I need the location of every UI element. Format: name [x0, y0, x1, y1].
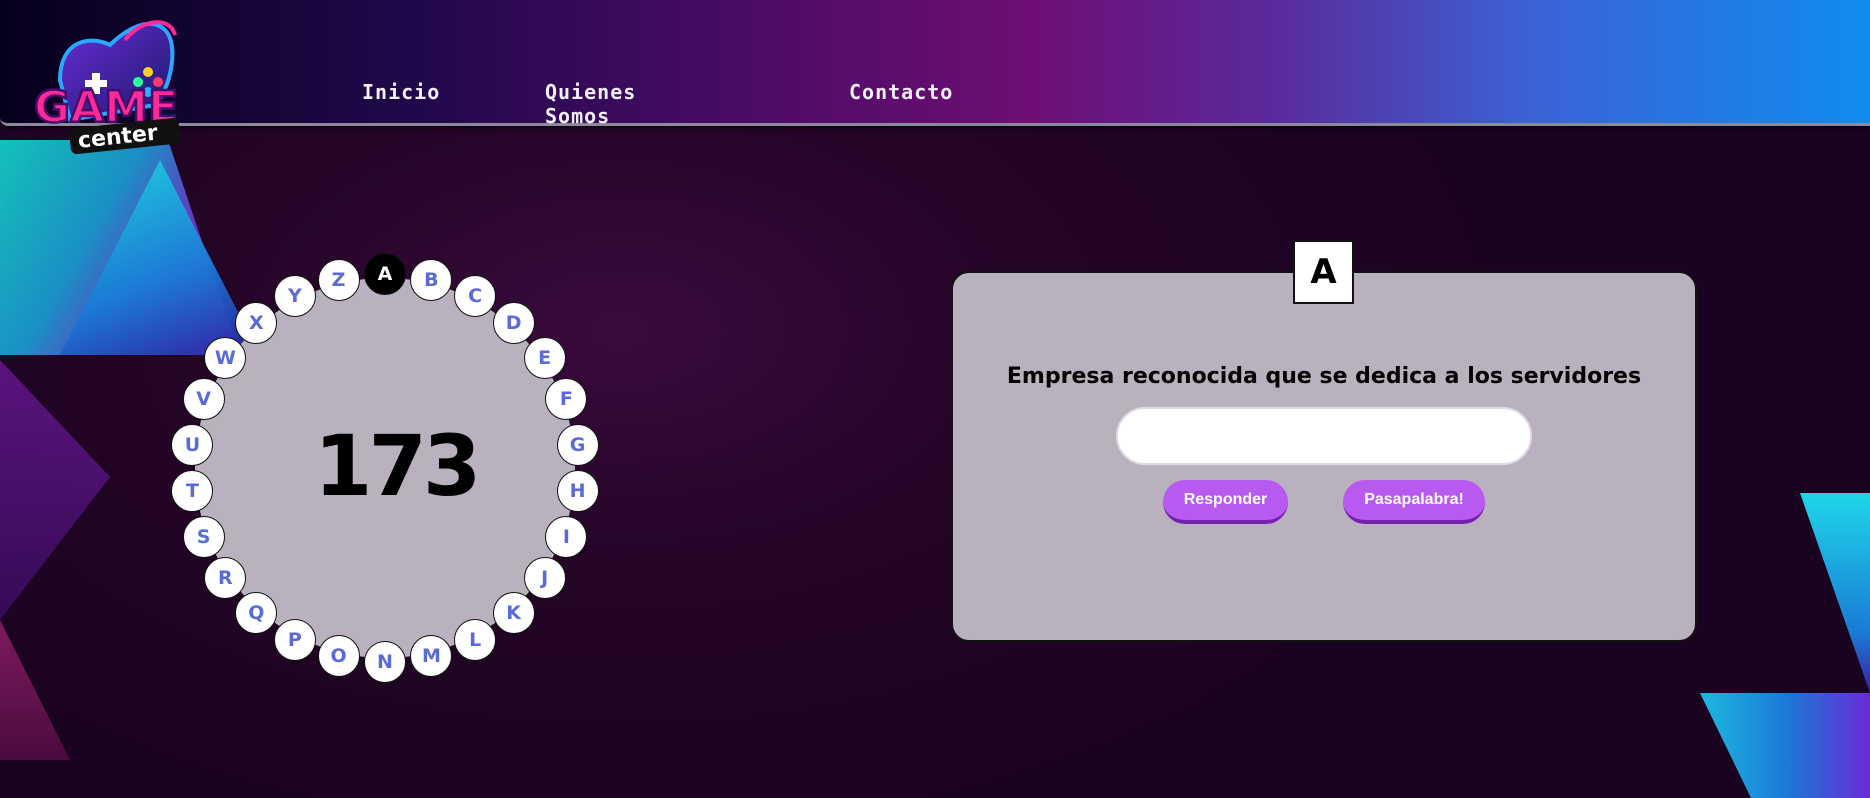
rosco-letter-y: Y — [273, 275, 316, 318]
score-counter: 173 — [314, 417, 481, 515]
current-letter-badge: A — [1293, 240, 1354, 304]
rosco-letter-u: U — [171, 423, 214, 466]
rosco-letter-k: K — [492, 592, 535, 635]
decor-triangle-right-cyan — [1800, 493, 1870, 693]
rosco-letter-s: S — [182, 515, 225, 558]
gamepad-logo-icon: GAME center — [33, 20, 181, 155]
nav-link-quienes-somos[interactable]: Quienes Somos — [545, 80, 636, 128]
rosco-letter-d: D — [492, 301, 535, 344]
answer-input[interactable] — [1116, 407, 1532, 465]
rosco-letter-a: A — [364, 253, 406, 295]
rosco-letter-m: M — [410, 635, 453, 678]
rosco-letter-j: J — [523, 557, 566, 600]
rosco-letter-r: R — [204, 557, 247, 600]
rosco-letter-f: F — [545, 378, 588, 421]
decor-triangle-purple — [0, 360, 110, 620]
decor-triangle-right-blue — [1700, 693, 1870, 798]
rosco-letter-o: O — [317, 635, 360, 678]
rosco-letter-g: G — [556, 423, 599, 466]
rosco-letter-q: Q — [235, 592, 278, 635]
pasapalabra-button[interactable]: Pasapalabra! — [1343, 480, 1485, 524]
responder-button[interactable]: Responder — [1163, 480, 1288, 524]
rosco-letter-x: X — [235, 301, 278, 344]
rosco-letter-v: V — [182, 378, 225, 421]
rosco-letter-e: E — [523, 336, 566, 379]
rosco-letter-i: I — [545, 515, 588, 558]
nav-link-inicio[interactable]: Inicio — [362, 80, 440, 104]
top-navbar: Inicio Quienes Somos Contacto — [0, 0, 1870, 128]
rosco-letter-n: N — [364, 641, 406, 683]
game-center-logo[interactable]: GAME center — [30, 10, 195, 160]
rosco-letter-p: P — [273, 618, 316, 661]
rosco-letter-z: Z — [317, 258, 360, 301]
nav-link-contacto[interactable]: Contacto — [849, 80, 953, 104]
rosco-letter-b: B — [410, 258, 453, 301]
rosco-letter-l: L — [454, 618, 497, 661]
decor-triangle-magenta — [0, 620, 70, 760]
rosco-letter-h: H — [556, 470, 599, 513]
rosco-letter-w: W — [204, 336, 247, 379]
rosco-wheel: 173 ABCDEFGHIJKLMNOPQRSTUVWXYZ — [164, 245, 599, 690]
question-text: Empresa reconocida que se dedica a los s… — [1006, 364, 1642, 389]
